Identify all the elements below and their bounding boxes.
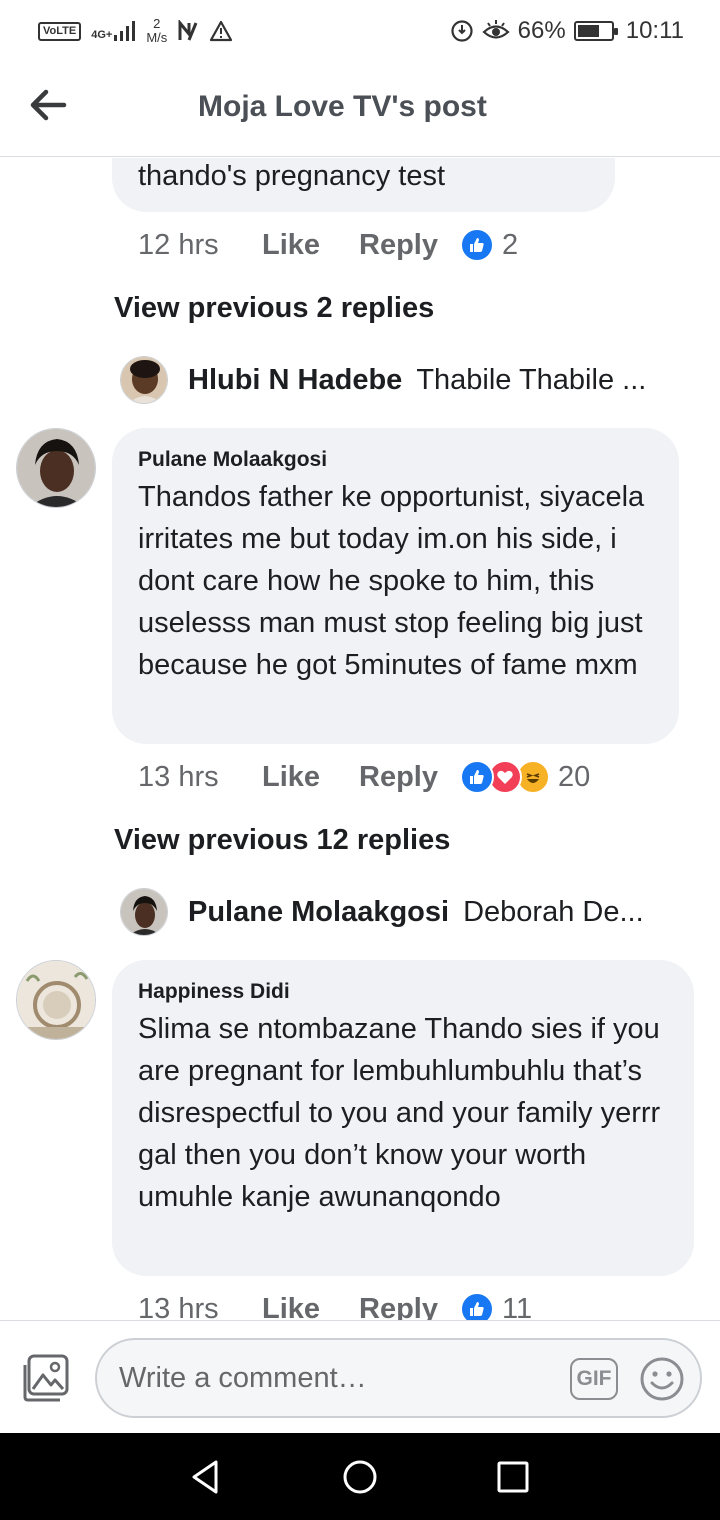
reply-author[interactable]: Pulane Molaakgosi <box>188 896 449 929</box>
speed-value: 2 <box>153 16 161 31</box>
comment-text: thando's pregnancy test <box>138 160 446 192</box>
gif-button[interactable]: GIF <box>570 1358 618 1400</box>
speed-unit: M/s <box>146 30 168 45</box>
signal-group: 4G+ <box>91 21 136 41</box>
page-title: Moja Love TV's post <box>198 90 487 123</box>
nav-home-button[interactable] <box>340 1457 380 1497</box>
comment-placeholder: Write a comment… <box>119 1362 367 1394</box>
comment-composer: Write a comment… GIF <box>0 1320 720 1433</box>
eye-comfort-icon <box>482 20 510 39</box>
reply-preview[interactable]: Pulane Molaakgosi Deborah De... <box>120 888 644 936</box>
nav-recents-button[interactable] <box>493 1457 533 1497</box>
like-reaction-icon <box>460 1292 494 1320</box>
view-previous-replies[interactable]: View previous 2 replies <box>114 292 434 325</box>
reply-button[interactable]: Reply <box>359 761 460 794</box>
comment-author[interactable]: Pulane Molaakgosi <box>138 448 653 472</box>
status-bar: VoLTE 4G+ 2 M/s 66% 10:11 <box>0 0 720 62</box>
comment-meta: 13 hrs Like Reply 11 <box>138 1289 532 1320</box>
nav-recents-icon <box>497 1461 529 1493</box>
comment-text: Thandos father ke opportunist, siyacela … <box>138 481 645 681</box>
back-button[interactable] <box>26 84 72 126</box>
comment-meta: 13 hrs Like Reply 20 <box>138 757 590 797</box>
post-header: Moja Love TV's post <box>0 62 720 157</box>
reply-snippet: Thabile Thabile ... <box>416 363 647 396</box>
nav-back-button[interactable] <box>186 1457 226 1497</box>
comment-bubble[interactable]: Pulane Molaakgosi Thandos father ke oppo… <box>112 428 679 744</box>
comment-input[interactable]: Write a comment… GIF <box>95 1338 702 1418</box>
comment-author[interactable]: Happiness Didi <box>138 980 668 1004</box>
reply-preview[interactable]: Hlubi N Hadebe Thabile Thabile ... <box>120 356 646 404</box>
nfc-icon <box>178 20 198 41</box>
comments-list: thando's pregnancy test 12 hrs Like Repl… <box>0 158 720 1320</box>
data-speed: 2 M/s <box>146 17 167 45</box>
back-arrow-icon <box>30 89 67 121</box>
reactions[interactable] <box>460 760 550 794</box>
battery-icon <box>573 21 618 41</box>
warning-icon <box>210 20 233 42</box>
clock: 10:11 <box>625 17 684 44</box>
comment-time: 13 hrs <box>138 760 219 793</box>
battery-fill <box>577 25 599 37</box>
emoji-button[interactable] <box>639 1356 685 1402</box>
reaction-count: 11 <box>502 1292 533 1321</box>
avatar <box>120 356 168 404</box>
like-reaction-icon <box>460 228 494 262</box>
signal-icon <box>114 21 136 41</box>
volte-badge: VoLTE <box>38 21 82 41</box>
status-left: VoLTE 4G+ 2 M/s <box>38 14 233 48</box>
avatar[interactable] <box>16 428 96 508</box>
comment-text: Slima se ntombazane Thando sies if you a… <box>138 1013 661 1213</box>
emoji-icon <box>640 1357 684 1401</box>
nav-home-icon <box>343 1460 377 1494</box>
comment-time: 12 hrs <box>138 228 219 261</box>
avatar <box>120 888 168 936</box>
photo-icon <box>23 1354 69 1402</box>
photo-button[interactable] <box>20 1353 72 1403</box>
reactions[interactable] <box>460 1292 494 1320</box>
status-right: 66% 10:11 <box>450 14 684 48</box>
navigation-bar <box>0 1433 720 1520</box>
reply-button[interactable]: Reply <box>359 1293 460 1321</box>
comment-meta: 12 hrs Like Reply 2 <box>138 225 518 265</box>
view-previous-replies[interactable]: View previous 12 replies <box>114 824 450 857</box>
reaction-count: 2 <box>502 228 519 261</box>
reply-snippet: Deborah De... <box>463 895 644 928</box>
like-button[interactable]: Like <box>262 229 359 262</box>
data-saver-icon <box>451 20 473 42</box>
network-type: 4G+ <box>91 29 113 41</box>
like-reaction-icon <box>460 760 494 794</box>
reply-button[interactable]: Reply <box>359 229 460 262</box>
comment-time: 13 hrs <box>138 1292 219 1321</box>
reply-author[interactable]: Hlubi N Hadebe <box>188 364 402 397</box>
reactions[interactable] <box>460 228 494 262</box>
comment-bubble[interactable]: thando's pregnancy test <box>112 158 615 212</box>
comment-bubble[interactable]: Happiness Didi Slima se ntombazane Thand… <box>112 960 694 1276</box>
like-button[interactable]: Like <box>262 1293 359 1321</box>
like-button[interactable]: Like <box>262 761 359 794</box>
avatar[interactable] <box>16 960 96 1040</box>
reaction-count: 20 <box>558 760 591 793</box>
nav-back-icon <box>192 1460 218 1494</box>
battery-percent: 66% <box>517 17 566 44</box>
